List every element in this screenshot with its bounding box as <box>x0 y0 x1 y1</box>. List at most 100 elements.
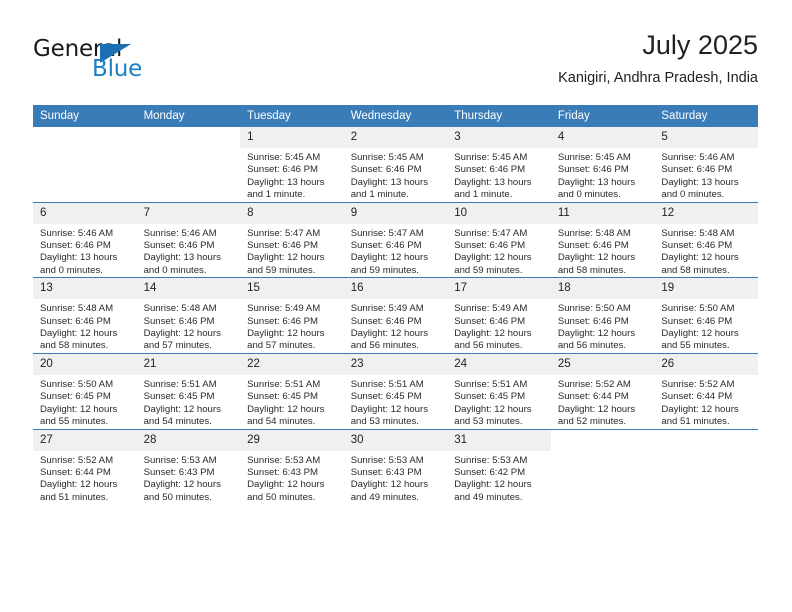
sunset-text: Sunset: 6:43 PM <box>247 466 319 478</box>
calendar-day-cell[interactable]: 7 Sunrise: 5:46 AM Sunset: 6:46 PM Daylight… <box>136 201 241 278</box>
daylight-text-line2: and 0 minutes. <box>557 189 621 201</box>
day-number: 31 <box>447 429 551 451</box>
day-number <box>136 127 241 148</box>
calendar-day-cell[interactable]: 28 Sunrise: 5:53 AM Sunset: 6:43 PM Dayligh… <box>136 428 241 505</box>
weekday-header-thursday: Thursday <box>447 105 551 127</box>
calendar-day-cell[interactable]: 22 Sunrise: 5:51 AM Sunset: 6:45 PM Dayligh… <box>240 352 344 429</box>
calendar-day-cell[interactable]: 10 Sunrise: 5:47 AM Sunset: 6:46 PM Dayligh… <box>447 201 551 278</box>
daylight-text-line1: Daylight: 13 hours <box>247 176 325 188</box>
daylight-text-line1: Daylight: 12 hours <box>454 328 532 340</box>
calendar-day-cell[interactable]: 27 Sunrise: 5:52 AM Sunset: 6:44 PM Dayligh… <box>33 428 137 505</box>
day-details: Sunrise: 5:45 AM Sunset: 6:46 PM Daylight:… <box>240 148 344 202</box>
daylight-text-line1: Daylight: 12 hours <box>661 328 739 340</box>
day-details: Sunrise: 5:53 AM Sunset: 6:43 PM Daylight:… <box>137 451 241 505</box>
sunset-text: Sunset: 6:46 PM <box>661 164 733 176</box>
sunrise-text: Sunrise: 5:46 AM <box>143 227 217 239</box>
daylight-text-line2: and 51 minutes. <box>661 416 730 428</box>
calendar-day-cell[interactable]: 23 Sunrise: 5:51 AM Sunset: 6:45 PM Dayligh… <box>343 352 448 429</box>
sunset-text: Sunset: 6:46 PM <box>350 164 422 176</box>
calendar-day-cell[interactable]: 2 Sunrise: 5:45 AM Sunset: 6:46 PM Daylight… <box>343 127 448 203</box>
day-number: 25 <box>550 353 655 375</box>
calendar-day-cell[interactable]: 11 Sunrise: 5:48 AM Sunset: 6:46 PM Dayligh… <box>550 201 655 278</box>
daylight-text-line2: and 59 minutes. <box>454 264 523 276</box>
sunset-text: Sunset: 6:44 PM <box>661 391 733 403</box>
daylight-text-line1: Daylight: 12 hours <box>40 479 118 491</box>
calendar-day-cell[interactable]: 18 Sunrise: 5:50 AM Sunset: 6:46 PM Dayligh… <box>550 277 655 354</box>
daylight-text-line1: Daylight: 12 hours <box>350 328 429 340</box>
calendar-day-cell[interactable]: 24 Sunrise: 5:51 AM Sunset: 6:45 PM Dayligh… <box>447 352 551 429</box>
calendar-day-cell[interactable]: 21 Sunrise: 5:51 AM Sunset: 6:45 PM Dayligh… <box>136 352 241 429</box>
calendar-day-cell[interactable]: 29 Sunrise: 5:53 AM Sunset: 6:43 PM Dayligh… <box>240 428 344 505</box>
calendar-day-cell[interactable]: 6 Sunrise: 5:46 AM Sunset: 6:46 PM Daylight… <box>33 201 137 278</box>
sunset-text: Sunset: 6:46 PM <box>40 315 111 327</box>
calendar-day-cell[interactable]: 1 Sunrise: 5:45 AM Sunset: 6:46 PM Daylight… <box>240 127 344 203</box>
daylight-text-line1: Daylight: 12 hours <box>557 328 636 340</box>
calendar-day-cell[interactable]: 8 Sunrise: 5:47 AM Sunset: 6:46 PM Daylight… <box>240 201 344 278</box>
daylight-text-line2: and 0 minutes. <box>143 264 207 276</box>
calendar-week-row: 6 Sunrise: 5:46 AM Sunset: 6:46 PM Daylight… <box>33 201 758 278</box>
day-number: 15 <box>240 278 344 300</box>
calendar-week-row: 20 Sunrise: 5:50 AM Sunset: 6:45 PM Dayligh… <box>33 352 758 429</box>
sunrise-text: Sunrise: 5:48 AM <box>661 227 735 239</box>
calendar-day-cell[interactable]: 12 Sunrise: 5:48 AM Sunset: 6:46 PM Dayligh… <box>654 201 758 278</box>
weekday-header-tuesday: Tuesday <box>240 105 344 127</box>
daylight-text-line1: Daylight: 12 hours <box>247 328 325 340</box>
sunrise-text: Sunrise: 5:51 AM <box>143 378 217 390</box>
calendar-day-cell[interactable]: 15 Sunrise: 5:49 AM Sunset: 6:46 PM Dayligh… <box>240 277 344 354</box>
sunset-text: Sunset: 6:45 PM <box>247 391 319 403</box>
daylight-text-line1: Daylight: 12 hours <box>661 403 739 415</box>
day-number: 30 <box>343 429 448 451</box>
daylight-text-line1: Daylight: 12 hours <box>454 403 532 415</box>
day-details: Sunrise: 5:51 AM Sunset: 6:45 PM Daylight:… <box>240 375 344 429</box>
sunrise-text: Sunrise: 5:47 AM <box>350 227 424 239</box>
day-number: 26 <box>654 353 758 375</box>
calendar-day-cell[interactable]: 4 Sunrise: 5:45 AM Sunset: 6:46 PM Daylight… <box>550 127 655 203</box>
sunrise-text: Sunrise: 5:52 AM <box>40 454 114 466</box>
day-number: 20 <box>33 353 137 375</box>
day-details: Sunrise: 5:51 AM Sunset: 6:45 PM Daylight:… <box>137 375 241 429</box>
daylight-text-line1: Daylight: 13 hours <box>557 176 636 188</box>
sunrise-text: Sunrise: 5:51 AM <box>247 378 321 390</box>
calendar-day-cell[interactable]: 16 Sunrise: 5:49 AM Sunset: 6:46 PM Dayligh… <box>343 277 448 354</box>
day-details: Sunrise: 5:53 AM Sunset: 6:43 PM Daylight:… <box>344 451 448 505</box>
daylight-text-line2: and 49 minutes. <box>350 491 419 503</box>
daylight-text-line2: and 56 minutes. <box>350 340 419 352</box>
brand-logo[interactable]: General Blue <box>33 36 213 88</box>
calendar-day-cell[interactable]: 30 Sunrise: 5:53 AM Sunset: 6:43 PM Dayligh… <box>343 428 448 505</box>
daylight-text-line2: and 56 minutes. <box>454 340 523 352</box>
calendar-day-cell[interactable]: 5 Sunrise: 5:46 AM Sunset: 6:46 PM Daylight… <box>654 127 758 203</box>
calendar-day-cell[interactable]: 20 Sunrise: 5:50 AM Sunset: 6:45 PM Dayligh… <box>33 352 137 429</box>
calendar-day-cell[interactable]: 3 Sunrise: 5:45 AM Sunset: 6:46 PM Daylight… <box>447 127 551 203</box>
day-number: 14 <box>136 278 241 300</box>
sunset-text: Sunset: 6:46 PM <box>350 240 422 252</box>
calendar-day-cell[interactable]: 14 Sunrise: 5:48 AM Sunset: 6:46 PM Dayligh… <box>136 277 241 354</box>
sunset-text: Sunset: 6:46 PM <box>454 164 526 176</box>
day-number: 16 <box>343 278 448 300</box>
calendar-day-cell[interactable]: 9 Sunrise: 5:47 AM Sunset: 6:46 PM Daylight… <box>343 201 448 278</box>
calendar-table: Sunday Monday Tuesday Wednesday Thursday… <box>33 105 758 505</box>
daylight-text-line2: and 49 minutes. <box>454 491 523 503</box>
day-details: Sunrise: 5:48 AM Sunset: 6:46 PM Daylight:… <box>654 224 758 278</box>
sunrise-text: Sunrise: 5:53 AM <box>350 454 424 466</box>
calendar-page: General Blue July 2025 Kanigiri, Andhra … <box>0 0 792 612</box>
calendar-day-cell[interactable]: 17 Sunrise: 5:49 AM Sunset: 6:46 PM Dayligh… <box>447 277 551 354</box>
day-details: Sunrise: 5:51 AM Sunset: 6:45 PM Daylight:… <box>447 375 551 429</box>
sunrise-text: Sunrise: 5:53 AM <box>143 454 217 466</box>
sunrise-text: Sunrise: 5:46 AM <box>40 227 114 239</box>
sunrise-text: Sunrise: 5:48 AM <box>143 303 217 315</box>
sunrise-text: Sunrise: 5:50 AM <box>40 378 114 390</box>
sunset-text: Sunset: 6:45 PM <box>350 391 422 403</box>
daylight-text-line2: and 1 minute. <box>454 189 513 201</box>
day-details: Sunrise: 5:51 AM Sunset: 6:45 PM Daylight:… <box>344 375 448 429</box>
sunrise-text: Sunrise: 5:45 AM <box>247 152 321 163</box>
title-block: July 2025 Kanigiri, Andhra Pradesh, Indi… <box>558 28 758 89</box>
calendar-day-cell[interactable]: 25 Sunrise: 5:52 AM Sunset: 6:44 PM Dayligh… <box>550 352 655 429</box>
calendar-day-cell[interactable]: 19 Sunrise: 5:50 AM Sunset: 6:46 PM Dayligh… <box>654 277 758 354</box>
calendar-day-cell[interactable]: 13 Sunrise: 5:48 AM Sunset: 6:46 PM Dayligh… <box>33 277 137 354</box>
day-details: Sunrise: 5:52 AM Sunset: 6:44 PM Daylight:… <box>551 375 655 429</box>
daylight-text-line1: Daylight: 12 hours <box>350 252 429 264</box>
calendar-day-cell[interactable]: 26 Sunrise: 5:52 AM Sunset: 6:44 PM Dayligh… <box>654 352 758 429</box>
calendar-day-cell-empty <box>136 127 241 203</box>
day-number: 7 <box>136 202 241 224</box>
calendar-day-cell[interactable]: 31 Sunrise: 5:53 AM Sunset: 6:42 PM Dayligh… <box>447 428 551 505</box>
